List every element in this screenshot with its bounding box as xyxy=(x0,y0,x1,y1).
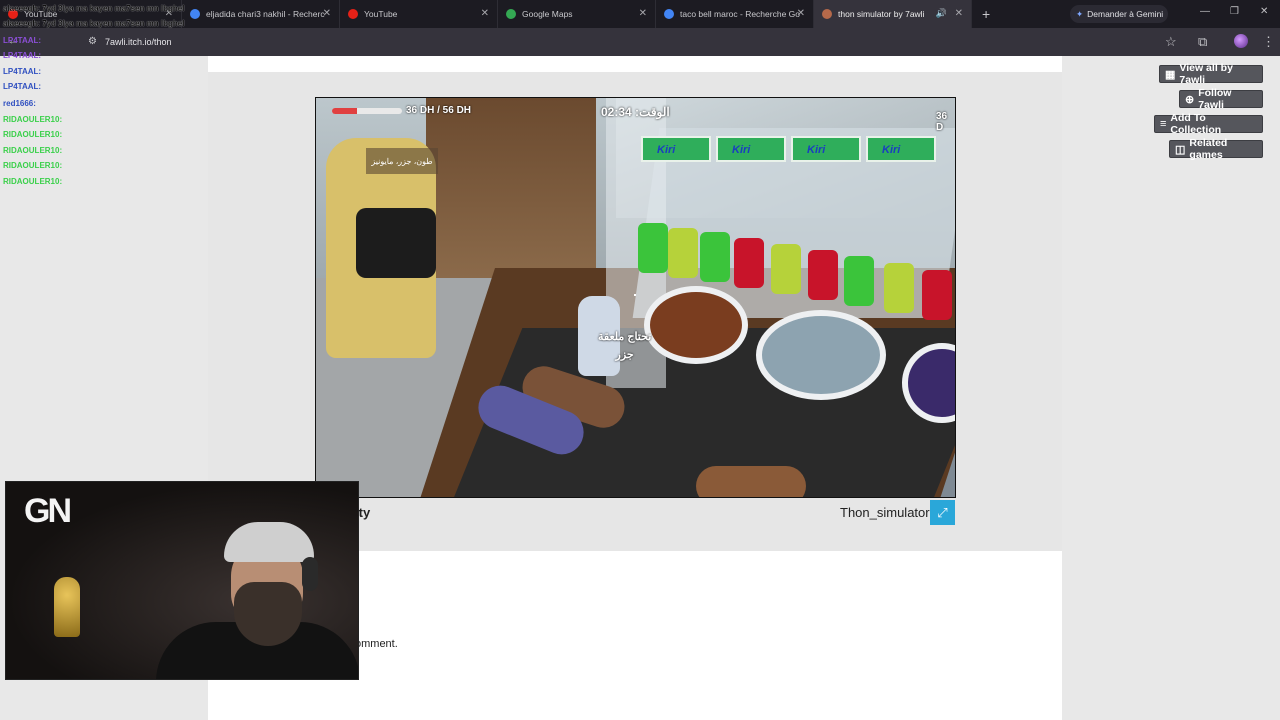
game-cup-red xyxy=(922,270,952,320)
minimize-icon[interactable]: — xyxy=(1200,6,1210,17)
money-counter-right: 36 D xyxy=(936,111,948,133)
game-cup-red xyxy=(734,238,764,288)
game-cup-red xyxy=(808,250,838,300)
tab-thon-simulator[interactable]: thon simulator by 7awli 🔊 ✕ xyxy=(814,0,972,28)
close-icon[interactable]: ✕ xyxy=(955,8,963,19)
game-bowl-carrot xyxy=(644,286,748,364)
tab-title: taco bell maroc - Recherche Go xyxy=(680,9,800,19)
follow-button[interactable]: ⊕ Follow 7awli xyxy=(1179,87,1263,111)
game-bread xyxy=(696,466,806,497)
tab-title: thon simulator by 7awli xyxy=(838,9,925,19)
chat-message: RIDAOULER10: xyxy=(3,177,63,186)
game-bowl-tuna xyxy=(756,310,886,400)
fullscreen-button[interactable]: ⤢ xyxy=(930,500,955,525)
speaker-icon[interactable]: 🔊 xyxy=(936,8,947,19)
game-customer-shorts xyxy=(356,208,436,278)
related-label: Related games xyxy=(1189,137,1228,161)
youtube-icon xyxy=(348,9,358,19)
trophy xyxy=(54,577,80,637)
kiri-box: Kiri xyxy=(716,136,786,162)
chat-message: LP4TAAL: xyxy=(3,51,42,60)
kiri-box: Kiri xyxy=(866,136,936,162)
store-icon: ▦ xyxy=(1165,68,1176,81)
google-icon xyxy=(190,9,200,19)
gemini-label: Demander à Gemini xyxy=(1087,9,1164,19)
game-title: Thon_simulator xyxy=(840,505,930,520)
expand-icon: ⤢ xyxy=(937,504,948,520)
tab-title: eljadida chari3 nakhil - Recherc xyxy=(206,9,325,19)
view-all-button[interactable]: ▦ View all by 7awli xyxy=(1159,62,1263,86)
chat-message: LP4TAAL: xyxy=(3,82,42,91)
time-counter: الوقت: 02:34 xyxy=(601,105,670,119)
game-cup-lime xyxy=(884,263,914,313)
kiri-box: Kiri xyxy=(641,136,711,162)
prompt-line: تحتاج ملعقة xyxy=(598,331,652,343)
crosshair xyxy=(634,294,636,296)
add-to-collection-button[interactable]: ≡ Add To Collection xyxy=(1154,112,1263,136)
close-icon[interactable]: ✕ xyxy=(481,8,489,19)
chat-message: LP4TAAL: xyxy=(3,67,42,76)
menu-icon[interactable]: ⋮ xyxy=(1262,34,1275,50)
chat-message: RIDAOULER10: xyxy=(3,146,63,155)
follow-label: Follow 7awli xyxy=(1198,87,1232,111)
headset xyxy=(302,557,318,591)
game-cup-green xyxy=(844,256,874,306)
chat-message: alaeeegh: 7yd 3lya ma kayen ma7sen mn lb… xyxy=(3,19,185,28)
view-all-label: View all by 7awli xyxy=(1179,62,1233,86)
tab-title: Google Maps xyxy=(522,9,573,19)
chat-message: LP4TAAL: xyxy=(3,36,42,45)
interaction-prompt: تحتاج ملعقة جزر xyxy=(598,328,651,364)
google-icon xyxy=(664,9,674,19)
game-canvas[interactable]: Kiri Kiri Kiri Kiri 36 DH / 56 DH الوقت:… xyxy=(315,97,956,498)
playlist-add-icon: ≡ xyxy=(1160,118,1167,130)
health-bar-fill xyxy=(332,108,357,114)
tab-google-maps[interactable]: Google Maps ✕ xyxy=(498,0,656,28)
gemini-button[interactable]: ✦ Demander à Gemini xyxy=(1070,5,1168,23)
game-cup-green xyxy=(700,232,730,282)
comment-text: omment. xyxy=(355,638,398,650)
restore-icon[interactable]: ❐ xyxy=(1230,6,1239,17)
prompt-line: جزر xyxy=(615,349,634,361)
tab-youtube-2[interactable]: YouTube ✕ xyxy=(340,0,498,28)
add-collection-label: Add To Collection xyxy=(1170,112,1222,136)
extensions-icon[interactable]: ⧉ xyxy=(1198,34,1207,50)
tab-google-search-2[interactable]: taco bell maroc - Recherche Go ✕ xyxy=(656,0,814,28)
avatar[interactable] xyxy=(1234,34,1248,48)
chat-message: RIDAOULER10: xyxy=(3,130,63,139)
bookmark-star-icon[interactable]: ☆ xyxy=(1165,34,1177,50)
order-text: طون، جزر، مايونيز xyxy=(371,156,433,166)
kiri-box: Kiri xyxy=(791,136,861,162)
money-counter: 36 DH / 56 DH xyxy=(406,105,472,116)
chat-message: alaeeegh: 7yd 3lya ma kayen ma7sen mn lb… xyxy=(3,4,185,13)
maps-pin-icon xyxy=(506,9,516,19)
itch-icon xyxy=(822,9,832,19)
game-cup-lime xyxy=(668,228,698,278)
new-tab-button[interactable]: + xyxy=(972,6,1000,22)
add-user-icon: ⊕ xyxy=(1185,93,1195,106)
chat-message: RIDAOULER10: xyxy=(3,115,63,124)
close-icon[interactable]: ✕ xyxy=(323,8,331,19)
chat-message: RIDAOULER10: xyxy=(3,161,63,170)
close-icon[interactable]: ✕ xyxy=(639,8,647,19)
gemini-icon: ✦ xyxy=(1076,8,1084,19)
close-icon[interactable]: ✕ xyxy=(797,8,805,19)
chat-message: red1666: xyxy=(3,99,36,108)
game-cup-green xyxy=(638,223,668,273)
tab-title: YouTube xyxy=(364,9,398,19)
streamer-cap xyxy=(224,522,314,562)
health-bar xyxy=(332,108,402,114)
map-icon: ◫ xyxy=(1175,143,1186,156)
webcam-overlay: GN xyxy=(5,481,359,680)
url-text[interactable]: 7awli.itch.io/thon xyxy=(105,37,172,47)
window-close-icon[interactable]: ✕ xyxy=(1260,6,1268,17)
channel-logo: GN xyxy=(24,492,72,530)
site-settings-icon[interactable]: ⚙ xyxy=(88,36,97,47)
order-ticket: طون، جزر، مايونيز xyxy=(366,148,438,174)
related-games-button[interactable]: ◫ Related games xyxy=(1169,137,1263,161)
game-door xyxy=(426,98,596,278)
game-cup-lime xyxy=(771,244,801,294)
tab-google-search-1[interactable]: eljadida chari3 nakhil - Recherc ✕ xyxy=(182,0,340,28)
address-bar-row xyxy=(0,28,1280,56)
